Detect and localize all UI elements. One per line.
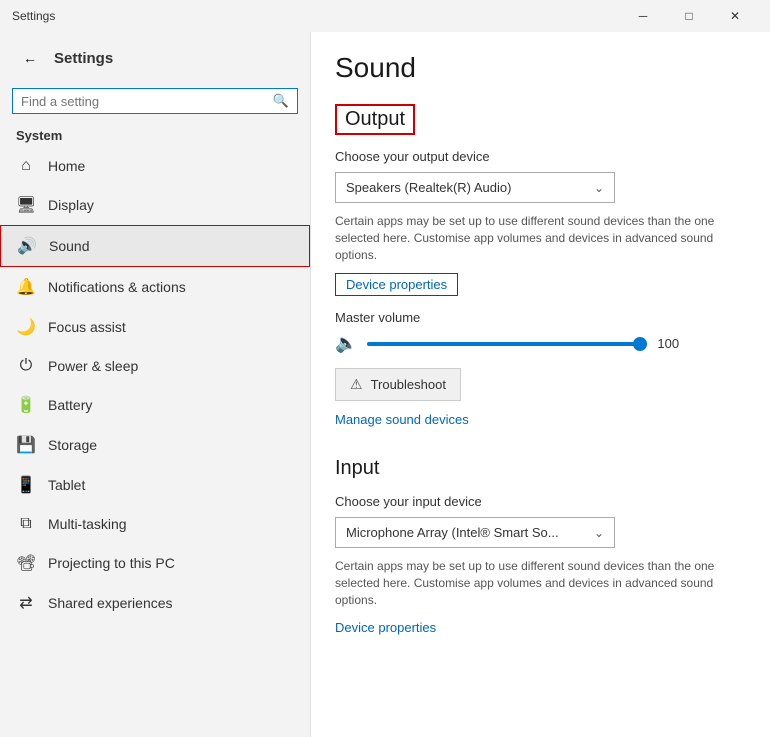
shared-icon: ⇄ <box>16 593 36 613</box>
input-device-properties-link[interactable]: Device properties <box>335 620 436 635</box>
sidebar-item-home[interactable]: ⌂ Home <box>0 147 310 185</box>
sidebar-item-storage[interactable]: 💾 Storage <box>0 425 310 465</box>
right-panel: Sound Output Choose your output device S… <box>311 32 770 737</box>
sidebar-app-title: Settings <box>54 50 113 67</box>
battery-icon: 🔋 <box>16 395 36 415</box>
output-device-dropdown[interactable]: Speakers (Realtek(R) Audio) ⌄ <box>335 172 615 203</box>
back-button[interactable]: ← <box>16 44 44 72</box>
sound-icon: 🔊 <box>17 236 37 256</box>
display-icon: 🖥 <box>16 195 36 215</box>
output-section-box: Output <box>335 104 415 135</box>
sidebar-item-notifications[interactable]: 🔔 Notifications & actions <box>0 267 310 307</box>
input-desc: Certain apps may be set up to use differ… <box>335 558 725 608</box>
tablet-icon: 📱 <box>16 475 36 495</box>
manage-sound-devices-link[interactable]: Manage sound devices <box>335 412 469 427</box>
chevron-down-icon: ⌄ <box>594 181 604 195</box>
sidebar-header: ← Settings <box>0 32 310 84</box>
device-properties-link[interactable]: Device properties <box>335 273 458 296</box>
titlebar-title: Settings <box>12 9 55 23</box>
sidebar-item-label: Projecting to this PC <box>48 555 175 571</box>
sidebar-item-power[interactable]: ⏻ Power & sleep <box>0 347 310 385</box>
sidebar: ← Settings 🔍 System ⌂ Home 🖥 Display 🔊 S… <box>0 32 311 737</box>
titlebar-left: Settings <box>12 9 55 23</box>
search-input[interactable] <box>21 94 273 109</box>
sidebar-item-battery[interactable]: 🔋 Battery <box>0 385 310 425</box>
choose-input-label: Choose your input device <box>335 494 740 509</box>
sidebar-item-label: Display <box>48 197 94 213</box>
slider-fill <box>367 342 647 346</box>
minimize-button[interactable]: ─ <box>620 0 666 32</box>
input-section-title: Input <box>335 457 740 480</box>
chevron-down-icon: ⌄ <box>594 526 604 540</box>
choose-output-label: Choose your output device <box>335 149 740 164</box>
output-section-title: Output <box>345 108 405 130</box>
slider-thumb[interactable] <box>633 337 647 351</box>
troubleshoot-label: Troubleshoot <box>371 377 446 392</box>
sidebar-item-label: Focus assist <box>48 319 126 335</box>
volume-row: 🔈 100 <box>335 333 740 354</box>
focus-icon: 🌙 <box>16 317 36 337</box>
notifications-icon: 🔔 <box>16 277 36 297</box>
close-button[interactable]: ✕ <box>712 0 758 32</box>
volume-icon: 🔈 <box>335 333 357 354</box>
sidebar-item-projecting[interactable]: 📽 Projecting to this PC <box>0 543 310 583</box>
sidebar-item-sound[interactable]: 🔊 Sound <box>0 225 310 267</box>
titlebar: Settings ─ □ ✕ <box>0 0 770 32</box>
home-icon: ⌂ <box>16 157 36 175</box>
sidebar-item-label: Multi-tasking <box>48 516 127 532</box>
input-device-value: Microphone Array (Intel® Smart So... <box>346 525 559 540</box>
multitasking-icon: ⧉ <box>16 515 36 533</box>
sidebar-item-shared[interactable]: ⇄ Shared experiences <box>0 583 310 623</box>
sidebar-item-focus[interactable]: 🌙 Focus assist <box>0 307 310 347</box>
storage-icon: 💾 <box>16 435 36 455</box>
output-device-value: Speakers (Realtek(R) Audio) <box>346 180 511 195</box>
input-device-dropdown[interactable]: Microphone Array (Intel® Smart So... ⌄ <box>335 517 615 548</box>
troubleshoot-button[interactable]: ⚠ Troubleshoot <box>335 368 461 401</box>
titlebar-controls: ─ □ ✕ <box>620 0 758 32</box>
troubleshoot-icon: ⚠ <box>350 376 363 393</box>
sidebar-item-label: Sound <box>49 238 89 254</box>
main-content: ← Settings 🔍 System ⌂ Home 🖥 Display 🔊 S… <box>0 32 770 737</box>
projecting-icon: 📽 <box>16 553 36 573</box>
power-icon: ⏻ <box>16 357 36 375</box>
output-desc: Certain apps may be set up to use differ… <box>335 213 725 263</box>
volume-slider[interactable] <box>367 342 647 346</box>
page-title: Sound <box>335 52 740 84</box>
sidebar-item-label: Tablet <box>48 477 85 493</box>
sidebar-item-label: Notifications & actions <box>48 279 186 295</box>
sidebar-item-multitasking[interactable]: ⧉ Multi-tasking <box>0 505 310 543</box>
search-icon: 🔍 <box>273 93 289 109</box>
sidebar-item-label: Shared experiences <box>48 595 173 611</box>
search-box[interactable]: 🔍 <box>12 88 298 114</box>
master-volume-label: Master volume <box>335 310 740 325</box>
sidebar-item-label: Home <box>48 158 85 174</box>
sidebar-item-tablet[interactable]: 📱 Tablet <box>0 465 310 505</box>
sidebar-item-label: Battery <box>48 397 92 413</box>
sidebar-item-label: Power & sleep <box>48 358 138 374</box>
sidebar-item-display[interactable]: 🖥 Display <box>0 185 310 225</box>
maximize-button[interactable]: □ <box>666 0 712 32</box>
sidebar-item-label: Storage <box>48 437 97 453</box>
system-label: System <box>0 122 310 147</box>
volume-value: 100 <box>657 336 687 351</box>
